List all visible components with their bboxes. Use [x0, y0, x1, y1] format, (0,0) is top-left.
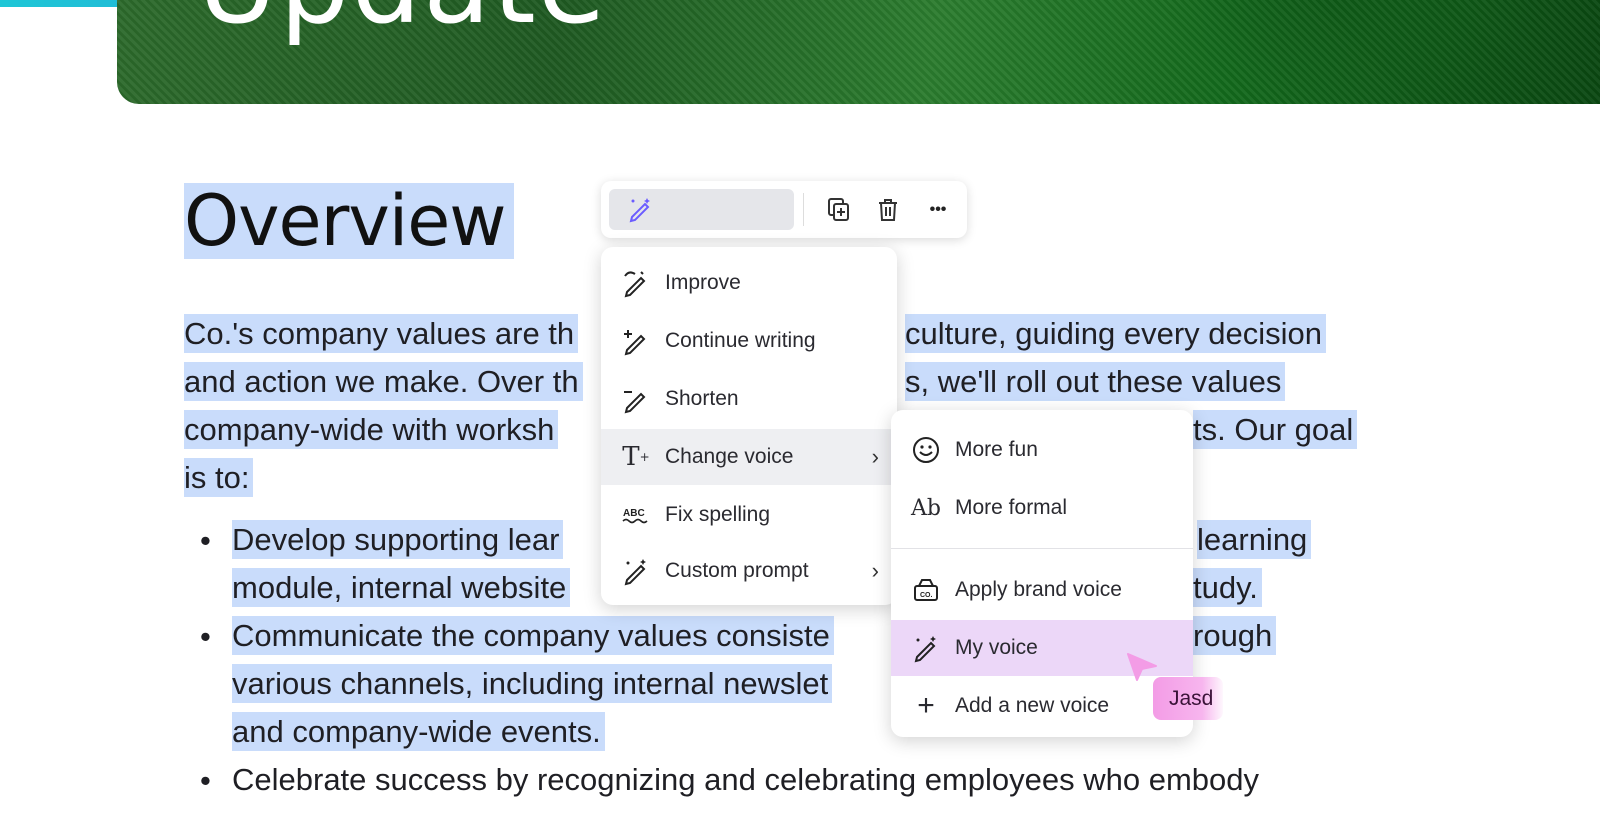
menu-item-label: Continue writing — [665, 329, 816, 352]
menu-divider — [891, 548, 1193, 549]
menu-item-label: Add a new voice — [955, 694, 1110, 717]
menu-item-label: Shorten — [665, 387, 739, 410]
paragraph-text: ts. Our goal — [1193, 410, 1358, 449]
magic-write-menu: Improve Continue writing Shorten T + Chan… — [601, 247, 897, 605]
brand-kit-icon: CO. — [909, 573, 943, 607]
bullet-text: module, internal website — [232, 568, 571, 607]
magic-pen-icon — [623, 192, 657, 226]
menu-item-label: Change voice — [665, 445, 794, 468]
paragraph-line-3-right[interactable]: ts. Our goal — [1193, 406, 1358, 454]
custom-prompt-icon — [619, 554, 653, 588]
bullet-2-line-1-right[interactable]: rough — [1193, 612, 1277, 660]
paragraph-line-1-right[interactable]: culture, guiding every decision — [905, 310, 1327, 358]
hero-banner-image: Update — [117, 0, 1600, 104]
chevron-right-icon: › — [871, 558, 879, 583]
svg-text:CO.: CO. — [920, 592, 933, 599]
menu-item-label: More formal — [955, 496, 1068, 519]
paragraph-text: s, we'll roll out these values — [905, 362, 1286, 401]
paragraph-line-1[interactable]: Co.'s company values are th — [184, 310, 579, 358]
menu-item-label: My voice — [955, 636, 1038, 659]
menu-item-fix-spelling[interactable]: ABC Fix spelling — [601, 487, 897, 543]
fix-spelling-icon: ABC — [619, 498, 653, 532]
bullet-text: various channels, including internal new… — [232, 664, 833, 703]
paragraph-line-2[interactable]: and action we make. Over th — [184, 358, 583, 406]
chevron-right-icon: › — [871, 444, 879, 469]
bullet-text: Develop supporting lear — [232, 520, 564, 559]
menu-item-label: Fix spelling — [665, 503, 771, 526]
copy-add-icon[interactable] — [822, 193, 856, 227]
bullet-1-line-1[interactable]: Develop supporting lear — [232, 516, 564, 564]
paragraph-line-3[interactable]: company-wide with worksh — [184, 406, 559, 454]
plus-icon: + — [917, 689, 935, 722]
hero-title: Update — [197, 0, 607, 48]
menu-item-improve[interactable]: Improve — [601, 255, 897, 311]
bullet-1-line-2-right[interactable]: tudy. — [1193, 564, 1262, 612]
paragraph-line-2-right[interactable]: s, we'll roll out these values — [905, 358, 1286, 406]
bullet-2-line-1[interactable]: Communicate the company values consiste — [232, 612, 834, 660]
magic-pen-icon — [909, 631, 943, 665]
continue-writing-icon — [619, 324, 653, 358]
menu-item-apply-brand-voice[interactable]: CO. Apply brand voice — [891, 562, 1193, 618]
trash-icon[interactable] — [871, 193, 905, 227]
bullet-text: learning — [1197, 520, 1312, 559]
bullet-text: and company-wide events. — [232, 712, 605, 751]
menu-item-continue-writing[interactable]: Continue writing — [601, 313, 897, 369]
paragraph-text: and action we make. Over th — [184, 362, 583, 401]
bullet-1-line-2[interactable]: module, internal website — [232, 564, 571, 612]
bullet-dot: • — [200, 763, 211, 798]
improve-icon — [619, 266, 653, 300]
menu-item-label: More fun — [955, 438, 1038, 461]
menu-item-shorten[interactable]: Shorten — [601, 371, 897, 427]
toolbar-divider — [803, 193, 804, 226]
change-voice-submenu: More fun Ab More formal CO. Apply brand … — [891, 410, 1193, 737]
menu-item-label: Improve — [665, 271, 741, 294]
menu-item-label: Custom prompt — [665, 559, 809, 582]
bullet-text: Celebrate success by recognizing and cel… — [232, 762, 1260, 797]
floating-text-toolbar: ••• — [601, 181, 967, 238]
paragraph-text: Co.'s company values are th — [184, 314, 579, 353]
bullet-dot: • — [200, 523, 211, 558]
bullet-3-line-1[interactable]: Celebrate success by recognizing and cel… — [232, 756, 1259, 804]
svg-text:ABC: ABC — [623, 508, 645, 519]
bullet-text: rough — [1193, 616, 1277, 655]
bullet-text: tudy. — [1193, 568, 1262, 607]
menu-item-add-new-voice[interactable]: + Add a new voice — [891, 678, 1193, 734]
more-icon[interactable]: ••• — [921, 193, 955, 227]
paragraph-text: culture, guiding every decision — [905, 314, 1327, 353]
paragraph-line-4[interactable]: is to: — [184, 454, 254, 502]
menu-item-label: Apply brand voice — [955, 578, 1122, 601]
collaborator-cursor-icon — [1127, 653, 1157, 681]
bullet-text: Communicate the company values consiste — [232, 616, 834, 655]
document-heading[interactable]: Overview — [184, 183, 514, 259]
menu-item-change-voice[interactable]: T + Change voice › — [601, 429, 897, 485]
magic-write-button[interactable] — [609, 189, 794, 230]
menu-item-more-fun[interactable]: More fun — [891, 422, 1193, 478]
menu-item-custom-prompt[interactable]: Custom prompt › — [601, 543, 897, 599]
collaborator-name-tag: Jasd — [1153, 677, 1224, 720]
paragraph-text: is to: — [184, 458, 254, 497]
smiley-icon — [909, 433, 943, 467]
bullet-2-line-3[interactable]: and company-wide events. — [232, 708, 605, 756]
bullet-dot: • — [200, 619, 211, 654]
menu-item-more-formal[interactable]: Ab More formal — [891, 480, 1193, 536]
bullet-1-line-1-right[interactable]: learning — [1197, 516, 1312, 564]
shorten-icon — [619, 382, 653, 416]
change-voice-icon: T + — [622, 442, 650, 472]
bullet-2-line-2[interactable]: various channels, including internal new… — [232, 660, 833, 708]
ab-text-icon: Ab — [911, 495, 941, 521]
paragraph-text: company-wide with worksh — [184, 410, 559, 449]
